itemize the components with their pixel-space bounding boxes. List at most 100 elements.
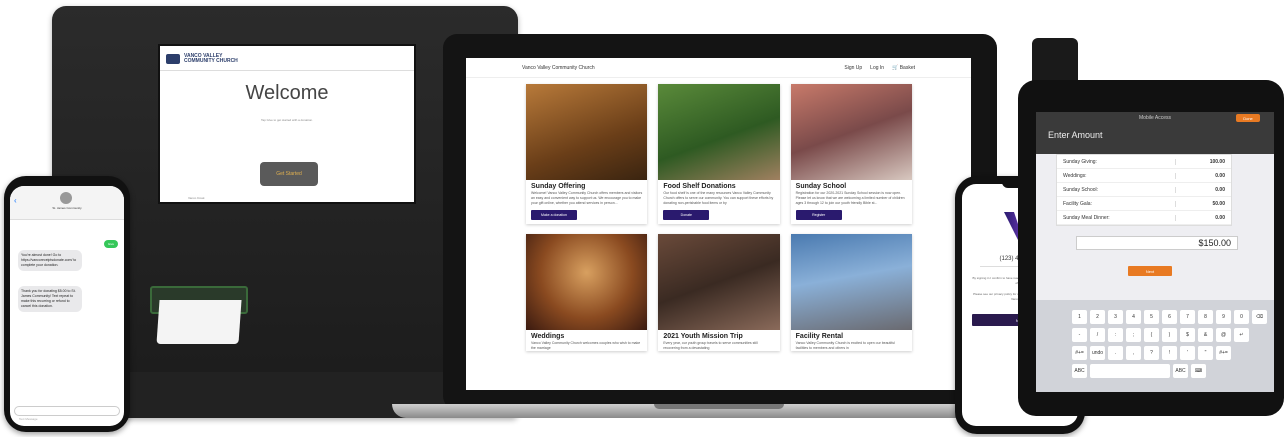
keyboard-key[interactable]: 7 (1180, 310, 1195, 324)
keyboard-row: - /:;() $ & @ ↵ (1072, 328, 1268, 342)
keyboard-key[interactable]: ; (1126, 328, 1141, 342)
avatar (60, 192, 72, 204)
keyboard-key[interactable]: 9 (1216, 310, 1231, 324)
fund-label: Facility Gala: (1063, 200, 1092, 207)
card-facility-rental[interactable]: Facility Rental Vanco Valley Community C… (790, 234, 912, 351)
get-started-button[interactable]: Get Started (260, 162, 318, 186)
card-sunday-offering[interactable]: Sunday Offering Welcome! Vanco Valley Co… (526, 84, 648, 224)
card-title: Food Shelf Donations (663, 183, 736, 190)
card-title: 2021 Youth Mission Trip (663, 333, 743, 340)
nav-log-in[interactable]: Log In (870, 65, 884, 71)
fund-label: Weddings: (1063, 172, 1087, 179)
keyboard-key[interactable]: , (1126, 346, 1141, 360)
amount-field[interactable]: 0.00 (1175, 214, 1225, 221)
card-text: Registration for our 2020-2021 Sunday Sc… (795, 191, 905, 205)
card-image (526, 234, 648, 330)
keyboard-key[interactable]: 8 (1198, 310, 1213, 324)
card-title: Sunday Offering (531, 183, 586, 190)
kiosk-footer: Vanco Kiosk (188, 196, 205, 200)
keyboard-key[interactable]: " (1198, 346, 1213, 360)
keyboard-key[interactable]: 4 (1126, 310, 1141, 324)
donate-button[interactable]: Donate (663, 210, 710, 220)
message-input-placeholder: Text Message (19, 417, 38, 421)
amount-row[interactable]: Weddings: 0.00 (1057, 169, 1231, 183)
site-navbar: Vanco Valley Community Church Sign Up Lo… (466, 58, 971, 78)
incoming-message: Thank you for donating $5.00 to St. Jame… (18, 286, 82, 312)
done-button[interactable]: Done (1236, 114, 1260, 122)
keyboard-key[interactable]: undo (1090, 346, 1105, 360)
keyboard-key[interactable]: ⌨ (1191, 364, 1206, 378)
keyboard-key[interactable]: ' (1180, 346, 1195, 360)
kiosk-screen: VANCO VALLEY COMMUNITY CHURCH Welcome Ta… (158, 44, 416, 204)
keyboard-key[interactable]: ABC (1072, 364, 1087, 378)
keyboard-key[interactable]: #+= (1216, 346, 1231, 360)
nav-sign-up[interactable]: Sign Up (844, 65, 862, 71)
fund-label: Sunday Meal Dinner: (1063, 214, 1110, 221)
outgoing-message: Give (104, 240, 118, 248)
card-text: Our food shelf is one of the many resour… (663, 191, 774, 205)
keyboard-key[interactable]: 1 (1072, 310, 1087, 324)
keyboard-key[interactable]: . (1108, 346, 1123, 360)
keyboard-key[interactable]: 2 (1090, 310, 1105, 324)
card-image (658, 234, 780, 330)
make-donation-button[interactable]: Make a donation (531, 210, 577, 220)
laptop-notch (654, 404, 784, 409)
keyboard-key[interactable]: #+= (1072, 346, 1087, 360)
keyboard-key[interactable]: & (1198, 328, 1213, 342)
keyboard-key[interactable]: : (1108, 328, 1123, 342)
amount-row[interactable]: Sunday School: 0.00 (1057, 183, 1231, 197)
card-image (658, 84, 780, 180)
card-youth-mission[interactable]: 2021 Youth Mission Trip Every year, our … (658, 234, 780, 351)
amount-field[interactable]: 50.00 (1175, 200, 1225, 207)
amount-field[interactable]: 0.00 (1175, 186, 1225, 193)
keyboard-key[interactable]: 3 (1108, 310, 1123, 324)
keyboard-key[interactable]: 0 (1234, 310, 1249, 324)
amount-row[interactable]: Sunday Giving: 100.00 (1057, 155, 1231, 169)
logo-line-2: COMMUNITY CHURCH (184, 58, 238, 64)
keyboard-key[interactable]: ! (1162, 346, 1177, 360)
keyboard-key[interactable]: $ (1180, 328, 1195, 342)
keyboard-key[interactable]: ⌫ (1252, 310, 1267, 324)
amount-list: Sunday Giving: 100.00 Weddings: 0.00 Sunda… (1056, 154, 1232, 226)
keyboard-key[interactable]: 6 (1162, 310, 1177, 324)
tablet-header: Mobile Access Done Enter Amount (1036, 112, 1274, 154)
card-text: Vanco Valley Community Church welcomes c… (531, 341, 641, 350)
card-grid: Sunday Offering Welcome! Vanco Valley Co… (526, 84, 912, 351)
card-image (526, 84, 648, 180)
keyboard-key[interactable]: ( (1144, 328, 1159, 342)
keyboard-key[interactable]: ABC (1173, 364, 1188, 378)
keyboard-key[interactable]: ) (1162, 328, 1177, 342)
card-weddings[interactable]: Weddings Vanco Valley Community Church w… (526, 234, 648, 351)
amount-field[interactable]: 100.00 (1175, 158, 1225, 165)
contact-name: St. James Community (52, 206, 82, 210)
keyboard-key[interactable]: - (1072, 328, 1087, 342)
keyboard-key[interactable]: / (1090, 328, 1105, 342)
incoming-message: You're almost done! Go to https://vancor… (18, 250, 82, 271)
back-chevron-icon[interactable]: ‹ (14, 196, 17, 205)
fund-label: Sunday Giving: (1063, 158, 1097, 165)
church-logo-icon (166, 54, 180, 64)
kiosk-divider (160, 70, 414, 71)
keyboard-key[interactable]: ? (1144, 346, 1159, 360)
sms-phone-screen: ‹ St. James Community Give You're almost… (10, 186, 124, 426)
card-food-shelf[interactable]: Food Shelf Donations Our food shelf is o… (658, 84, 780, 224)
amount-row[interactable]: Sunday Meal Dinner: 0.00 (1057, 211, 1231, 225)
keyboard-key[interactable]: ↵ (1234, 328, 1249, 342)
card-image (790, 234, 912, 330)
keyboard-key[interactable]: 5 (1144, 310, 1159, 324)
card-reader (1032, 38, 1078, 86)
keyboard-key[interactable]: @ (1216, 328, 1231, 342)
tablet-next-button[interactable]: Next (1128, 266, 1172, 276)
card-sunday-school[interactable]: Sunday School Registration for our 2020-… (790, 84, 912, 224)
keyboard-key[interactable] (1090, 364, 1170, 378)
nav-basket-label: Basket (899, 64, 915, 71)
amount-row[interactable]: Facility Gala: 50.00 (1057, 197, 1231, 211)
site-brand[interactable]: Vanco Valley Community Church (522, 65, 595, 71)
nav-basket[interactable]: 🛒 Basket (892, 65, 915, 71)
message-input[interactable]: Text Message (14, 406, 120, 421)
keyboard-row: ABC ABC ⌨ (1072, 364, 1268, 378)
keyboard-row: #+= undo.,?! ' " #+= (1072, 346, 1268, 360)
amount-field[interactable]: 0.00 (1175, 172, 1225, 179)
register-button[interactable]: Register (795, 210, 842, 220)
card-text: Vanco Valley Community Church is excited… (795, 341, 895, 350)
